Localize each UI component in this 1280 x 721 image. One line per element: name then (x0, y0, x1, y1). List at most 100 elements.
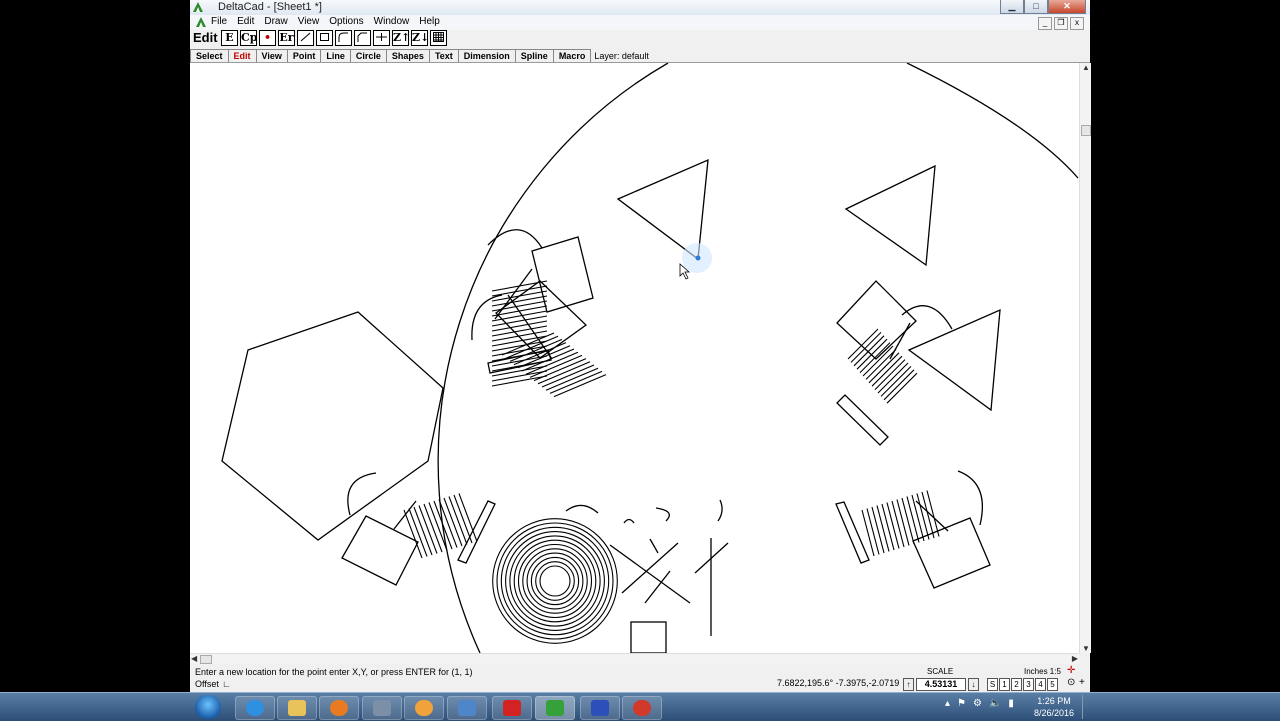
doc-minimize-button[interactable]: _ (1038, 17, 1052, 30)
drawing-canvas[interactable] (190, 63, 1079, 653)
doc-restore-button[interactable]: ❐ (1054, 17, 1068, 30)
firefox-icon (330, 700, 348, 716)
tab-circle[interactable]: Circle (349, 49, 387, 62)
taskbar-acrobat[interactable] (492, 696, 532, 720)
fillet-tool-button[interactable] (335, 30, 352, 46)
target-icon[interactable]: ⊙ (1067, 677, 1075, 688)
taskbar-app-1[interactable] (362, 696, 402, 720)
rect-right-bar (836, 394, 889, 446)
menu-edit[interactable]: Edit (237, 16, 254, 27)
taskbar-clock[interactable]: 1:26 PM 8/26/2016 (1030, 695, 1078, 719)
rect-bottom-bar (457, 500, 496, 564)
square-left-cluster (531, 236, 594, 313)
taskbar-app-2[interactable] (447, 696, 487, 720)
move-up-button[interactable]: Z↑ (392, 30, 410, 46)
windows-taskbar: ▴ ⚑ ⚙ 🔈 ▮ 1:26 PM 8/26/2016 (0, 692, 1280, 721)
tab-point[interactable]: Point (286, 49, 322, 62)
cursor-coordinates: 7.6822,195.6° -7.3975,-2.0719 (777, 678, 900, 688)
menu-file[interactable]: File (211, 16, 227, 27)
tab-dimension[interactable]: Dimension (457, 49, 516, 62)
taskbar-recorder[interactable] (622, 696, 662, 720)
hatch-line-left-lower (553, 374, 607, 398)
maximize-button[interactable]: □ (1024, 0, 1048, 14)
tab-edit[interactable]: Edit (227, 49, 257, 62)
hatch-line-left-lower (541, 364, 595, 388)
start-button[interactable] (195, 695, 221, 719)
scale-up-button[interactable]: ↑ (903, 678, 914, 691)
menu-help[interactable]: Help (419, 16, 440, 27)
rectangle-tool-button[interactable] (316, 30, 333, 46)
minimize-button[interactable]: ▁ (1000, 0, 1024, 14)
hatch-line-right (886, 372, 918, 404)
taskbar-firefox[interactable] (319, 696, 359, 720)
diag-line-1 (609, 544, 691, 604)
tab-text[interactable]: Text (428, 49, 459, 62)
menu-view[interactable]: View (298, 16, 320, 27)
scroll-left-arrow-icon[interactable]: ◀ (191, 654, 197, 663)
power-icon[interactable]: ▮ (1008, 698, 1014, 709)
close-button[interactable]: ✕ (1048, 0, 1086, 14)
menu-draw[interactable]: Draw (264, 16, 287, 27)
hatch-line-bottom-right (871, 506, 885, 554)
taskbar-media[interactable] (404, 696, 444, 720)
erase-button[interactable]: Er (278, 30, 295, 46)
move-down-button[interactable]: Z↓ (411, 30, 429, 46)
tab-shapes[interactable]: Shapes (385, 49, 430, 62)
hatch-patterns (403, 280, 940, 559)
taskbar-app-3[interactable] (580, 696, 620, 720)
taskbar-explorer[interactable] (277, 696, 317, 720)
point-tool-button[interactable]: • (259, 30, 276, 46)
ring (530, 556, 580, 606)
flag-icon[interactable]: ⚑ (957, 698, 966, 709)
scroll-up-arrow-icon[interactable]: ▲ (1082, 63, 1090, 72)
horizontal-scroll-thumb[interactable] (200, 655, 212, 664)
snap-1-button[interactable]: 1 (999, 678, 1010, 691)
hatch-line-right (871, 355, 903, 387)
hatch-line-left (491, 370, 548, 382)
tab-line[interactable]: Line (320, 49, 351, 62)
edit-entity-button[interactable]: E (221, 30, 238, 46)
hatch-line-left-lower (517, 345, 571, 369)
vertical-scrollbar[interactable]: ▲ ▼ (1079, 63, 1091, 653)
arc-right-1 (901, 305, 953, 330)
show-desktop-button[interactable] (1082, 695, 1093, 719)
snap-4-button[interactable]: 4 (1035, 678, 1046, 691)
hatch-line-right (880, 366, 912, 397)
hatch-tool-button[interactable] (430, 30, 447, 46)
snap-3-button[interactable]: 3 (1023, 678, 1034, 691)
hatch-line-bottom-right (911, 494, 925, 542)
network-icon[interactable]: ⚙ (973, 698, 982, 709)
hatch-line-right (877, 362, 909, 394)
copy-button[interactable]: Cp (240, 30, 257, 46)
tab-select[interactable]: Select (190, 49, 229, 62)
taskbar-ie[interactable] (235, 696, 275, 720)
scale-label: SCALE (927, 667, 954, 676)
menu-window[interactable]: Window (374, 16, 410, 27)
arrow-plus-icon[interactable]: + (1079, 677, 1085, 688)
crosshair-icon[interactable]: ✛ (1067, 665, 1075, 676)
line-tool-button[interactable] (297, 30, 314, 46)
snap-5-button[interactable]: 5 (1047, 678, 1058, 691)
chamfer-tool-button[interactable] (354, 30, 371, 46)
horizontal-scrollbar[interactable]: ◀ ▶ (190, 653, 1079, 664)
taskbar-deltacad[interactable] (535, 696, 575, 720)
offset-label: Offset (195, 679, 219, 689)
tray-expand-icon[interactable]: ▴ (945, 698, 950, 709)
hatch-line-left-lower (529, 354, 583, 378)
vertical-scroll-thumb[interactable] (1081, 125, 1091, 136)
volume-icon[interactable]: 🔈 (989, 698, 1001, 709)
scale-input[interactable]: 4.53131 (916, 678, 966, 691)
scroll-right-arrow-icon[interactable]: ▶ (1072, 654, 1078, 663)
doc-close-button[interactable]: x (1070, 17, 1084, 30)
menu-options[interactable]: Options (329, 16, 363, 27)
snap-s-button[interactable]: S (987, 678, 998, 691)
tab-spline[interactable]: Spline (514, 49, 554, 62)
scale-down-button[interactable]: ↓ (968, 678, 979, 691)
scroll-down-arrow-icon[interactable]: ▼ (1082, 644, 1090, 653)
tab-macro[interactable]: Macro (552, 49, 592, 62)
tab-view[interactable]: View (255, 49, 288, 62)
trim-tool-button[interactable] (373, 30, 390, 46)
arrow-app-icon (591, 700, 609, 716)
snap-2-button[interactable]: 2 (1011, 678, 1022, 691)
fillet-icon (338, 32, 348, 42)
